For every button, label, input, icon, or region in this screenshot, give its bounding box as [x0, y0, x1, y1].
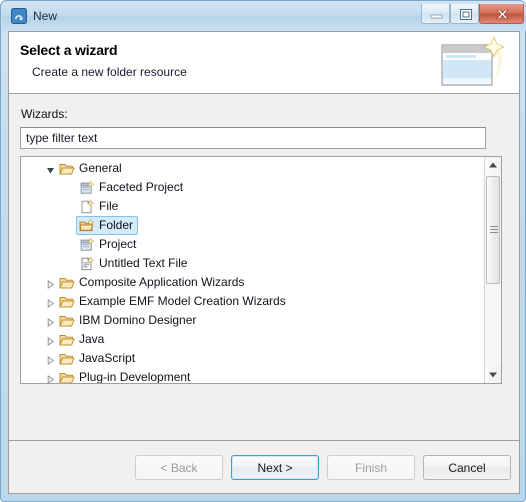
tree-vertical-scrollbar[interactable] [484, 157, 501, 383]
wizard-banner: Select a wizard Create a new folder reso… [9, 32, 519, 94]
scrollbar-grip-icon [490, 226, 498, 233]
finish-button[interactable]: Finish [327, 455, 415, 480]
next-button[interactable]: Next > [231, 455, 319, 480]
tree-item-example-emf-model-creation-wizards[interactable]: Example EMF Model Creation Wizards [21, 292, 485, 311]
scroll-down-icon[interactable] [485, 366, 501, 383]
twisty-collapsed-icon[interactable] [46, 278, 55, 289]
text-file-wizard-icon [79, 256, 95, 272]
tree-item-label: Project [99, 237, 137, 251]
scrollbar-thumb[interactable] [486, 176, 500, 284]
tree-item-label: Example EMF Model Creation Wizards [79, 294, 286, 308]
new-wizard-dialog-window: New Select a wizard Create a new folder … [0, 0, 526, 502]
wizard-tree-list: General Faceted Project File Folder Project U… [21, 159, 485, 384]
dialog-body: Select a wizard Create a new folder reso… [8, 31, 520, 494]
tree-item-label: Untitled Text File [99, 256, 188, 270]
tree-item-label: Faceted Project [99, 180, 184, 194]
back-button[interactable]: < Back [135, 455, 223, 480]
closed-folder-icon [59, 332, 75, 348]
close-icon [496, 9, 509, 19]
tree-item-label: Composite Application Wizards [79, 275, 245, 289]
closed-folder-icon [59, 370, 75, 383]
scroll-up-icon[interactable] [485, 157, 501, 174]
tree-item-composite-application-wizards[interactable]: Composite Application Wizards [21, 273, 485, 292]
close-button[interactable] [479, 4, 524, 24]
filter-input[interactable] [20, 127, 486, 149]
tree-item-java[interactable]: Java [21, 330, 485, 349]
eclipse-new-wizard-icon [11, 8, 27, 24]
closed-folder-icon [59, 275, 75, 291]
folder-wizard-icon [79, 218, 95, 234]
project-wizard-icon [79, 180, 95, 196]
tree-item-label: File [99, 199, 119, 213]
twisty-collapsed-icon[interactable] [46, 373, 55, 383]
dialog-button-bar: < Back Next > Finish Cancel [9, 440, 519, 493]
tree-item-label: Plug-in Development [79, 370, 191, 384]
banner-title: Select a wizard [20, 42, 118, 58]
closed-folder-icon [59, 294, 75, 310]
tree-item-javascript[interactable]: JavaScript [21, 349, 485, 368]
twisty-collapsed-icon[interactable] [46, 316, 55, 327]
minimize-button[interactable] [421, 4, 450, 24]
tree-item-label: General [79, 161, 122, 175]
tree-item-label: JavaScript [79, 351, 136, 365]
window-title: New [33, 9, 58, 23]
closed-folder-icon [59, 313, 75, 329]
cancel-button[interactable]: Cancel [423, 455, 511, 480]
twisty-collapsed-icon[interactable] [46, 335, 55, 346]
open-folder-icon [59, 161, 75, 177]
maximize-icon [460, 9, 472, 20]
banner-description: Create a new folder resource [32, 65, 187, 79]
title-bar[interactable]: New [2, 2, 526, 30]
minimize-icon [430, 14, 443, 19]
twisty-collapsed-icon[interactable] [46, 297, 55, 308]
tree-item-general[interactable]: General [21, 159, 485, 178]
dialog-content: Wizards: General Faceted Project File Folde… [9, 94, 519, 441]
tree-item-label: Folder [99, 218, 134, 232]
tree-item-label: IBM Domino Designer [79, 313, 197, 327]
file-wizard-icon [79, 199, 95, 215]
tree-item-folder[interactable]: Folder [21, 216, 485, 235]
maximize-button[interactable] [450, 4, 479, 24]
project-wizard-icon [79, 237, 95, 253]
twisty-expanded-icon[interactable] [46, 164, 55, 174]
tree-item-ibm-domino-designer[interactable]: IBM Domino Designer [21, 311, 485, 330]
wizard-tree[interactable]: General Faceted Project File Folder Project U… [20, 156, 502, 384]
wizards-label: Wizards: [21, 107, 68, 121]
tree-item-project[interactable]: Project [21, 235, 485, 254]
tree-item-plug-in-development[interactable]: Plug-in Development [21, 368, 485, 384]
tree-item-file[interactable]: File [21, 197, 485, 216]
wizard-banner-icon [436, 35, 512, 93]
closed-folder-icon [59, 351, 75, 367]
tree-item-faceted-project[interactable]: Faceted Project [21, 178, 485, 197]
tree-item-label: Java [79, 332, 105, 346]
tree-item-untitled-text-file[interactable]: Untitled Text File [21, 254, 485, 273]
twisty-collapsed-icon[interactable] [46, 354, 55, 365]
